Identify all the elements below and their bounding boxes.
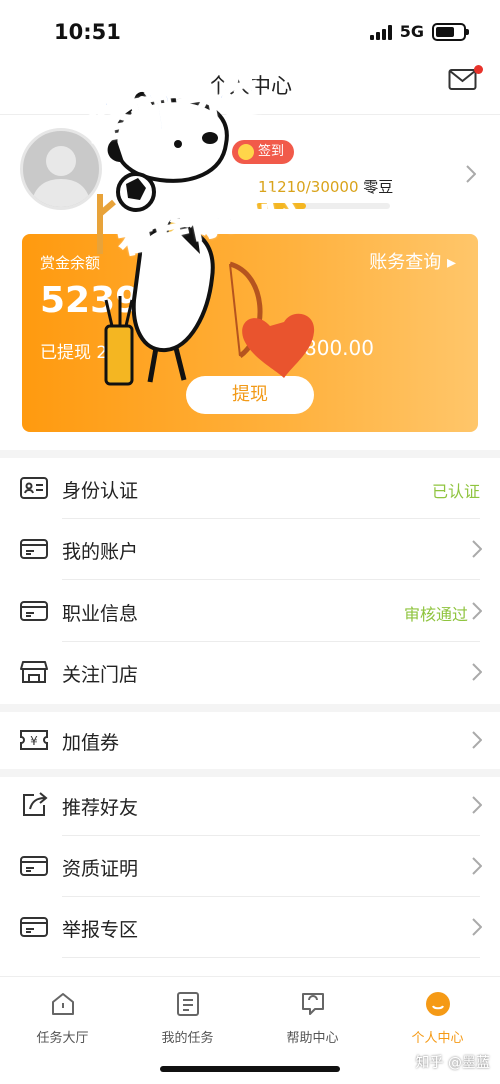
tab-label: 任务大厅 bbox=[36, 1031, 89, 1046]
balance-label: 赏金余额 bbox=[40, 254, 101, 272]
verified-status: 已认证 bbox=[431, 482, 480, 501]
balance-value: 5239. bbox=[40, 280, 154, 321]
home-indicator bbox=[160, 1066, 340, 1072]
status-bar: 10:51 5G bbox=[0, 0, 500, 64]
review-status: 审核通过 bbox=[403, 605, 468, 624]
tab-label: 帮助中心 bbox=[286, 1031, 339, 1046]
status-time: 10:51 bbox=[54, 20, 121, 44]
share-icon bbox=[23, 792, 48, 816]
svg-text:¥: ¥ bbox=[30, 734, 38, 748]
sign-in-button[interactable]: 签到 bbox=[232, 140, 295, 164]
chevron-right-icon bbox=[472, 857, 482, 875]
withdrawn-label: 已提现 2 bbox=[40, 343, 108, 363]
menu-label: 职业信息 bbox=[62, 603, 139, 625]
menu-label: 我的账户 bbox=[62, 541, 139, 563]
id-card-icon bbox=[20, 477, 48, 499]
menu-item-qualification[interactable]: 资质证明 bbox=[0, 836, 500, 897]
certificate-icon bbox=[20, 856, 48, 876]
watermark: 知乎 @墨蓝 bbox=[415, 1055, 490, 1071]
menu-item-report[interactable]: 举报专区 bbox=[0, 897, 500, 958]
chevron-right-icon bbox=[472, 663, 482, 681]
profile-chevron-icon[interactable] bbox=[466, 165, 477, 187]
coin-icon bbox=[238, 144, 254, 160]
chevron-right-icon bbox=[472, 796, 482, 814]
wallet-card: 赏金余额 账务查询 ▸ 5239. 已提现 2 800.00 提现 bbox=[22, 234, 478, 432]
mail-icon bbox=[448, 69, 477, 90]
tab-profile[interactable]: 个人中心 bbox=[375, 991, 500, 1046]
messages-button[interactable] bbox=[448, 65, 483, 96]
house-icon bbox=[51, 993, 74, 1015]
store-icon bbox=[20, 661, 48, 683]
menu-item-identity[interactable]: 身份认证 已认证 bbox=[0, 458, 500, 519]
battery-icon bbox=[432, 22, 469, 41]
menu-label: 资质证明 bbox=[62, 858, 139, 880]
menu-item-account[interactable]: 我的账户 bbox=[0, 519, 500, 580]
task-list-icon bbox=[176, 992, 199, 1016]
coupon-icon: ¥ bbox=[20, 730, 48, 750]
sign-in-label: 签到 bbox=[258, 144, 285, 159]
status-indicators: 5G bbox=[369, 22, 469, 41]
menu-label: 推荐好友 bbox=[62, 797, 139, 819]
menu-item-job-info[interactable]: 职业信息 审核通过 bbox=[0, 581, 500, 642]
chevron-right-icon bbox=[472, 731, 482, 749]
person-icon bbox=[425, 992, 450, 1016]
default-avatar-icon bbox=[31, 146, 91, 207]
menu-label: 举报专区 bbox=[62, 919, 139, 941]
help-chat-icon bbox=[301, 993, 324, 1015]
menu-label: 身份认证 bbox=[62, 480, 139, 502]
withdrawn-value: 800.00 bbox=[304, 336, 374, 360]
account-query-link[interactable]: 账务查询 ▸ bbox=[369, 248, 456, 274]
unread-dot bbox=[474, 65, 483, 74]
chevron-right-icon bbox=[472, 540, 482, 558]
chevron-right-icon bbox=[472, 918, 482, 936]
tab-label: 我的任务 bbox=[161, 1031, 214, 1046]
menu-item-refer-friend[interactable]: 推荐好友 bbox=[0, 775, 500, 836]
report-icon bbox=[20, 917, 48, 937]
menu-label: 关注门店 bbox=[62, 664, 139, 686]
section-separator bbox=[0, 450, 500, 458]
job-card-icon bbox=[20, 601, 48, 621]
withdraw-button[interactable]: 提现 bbox=[186, 376, 314, 414]
avatar[interactable] bbox=[20, 128, 102, 210]
menu-item-coupon[interactable]: ¥ 加值券 bbox=[0, 710, 500, 771]
account-card-icon bbox=[20, 539, 48, 559]
tab-task-hall[interactable]: 任务大厅 bbox=[0, 991, 125, 1046]
menu-item-followed-stores[interactable]: 关注门店 bbox=[0, 642, 500, 703]
menu-label: 加值券 bbox=[62, 732, 120, 754]
signal-icon bbox=[369, 24, 392, 40]
points-unit: 零豆 bbox=[363, 178, 394, 196]
network-type: 5G bbox=[399, 22, 424, 41]
tab-my-tasks[interactable]: 我的任务 bbox=[125, 991, 250, 1046]
tab-label: 个人中心 bbox=[411, 1031, 464, 1046]
tab-help-center[interactable]: 帮助中心 bbox=[250, 991, 375, 1046]
chevron-right-icon bbox=[472, 602, 482, 620]
